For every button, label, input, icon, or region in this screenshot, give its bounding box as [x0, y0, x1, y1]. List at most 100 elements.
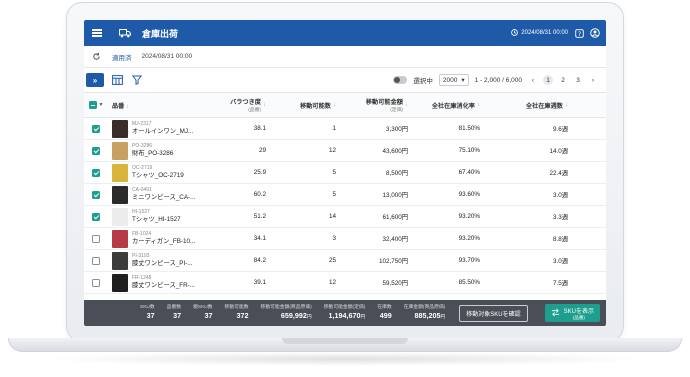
header-weeks[interactable]: 全社在庫週数 ↓	[488, 101, 576, 110]
product-cell: OC-2719 Tシャツ_OC-2719	[108, 163, 202, 182]
page-2-button[interactable]: 2	[558, 75, 568, 85]
summary-stat-unit: 円	[306, 315, 312, 320]
page-1-button[interactable]: 1	[543, 75, 553, 85]
row-checkbox-cell	[84, 278, 108, 287]
summary-stat-unit: 円	[440, 315, 446, 320]
product-cell: MJ-2317 オールインワン_MJ...	[108, 119, 202, 138]
table-toolbar: » 選択中 2000 ▾ 1 - 2,000 / 6,000 ‹ 1 2 3 ›	[84, 68, 606, 92]
filter-icon[interactable]	[130, 73, 144, 87]
next-page-button[interactable]: ›	[588, 75, 598, 85]
table-row[interactable]: MJ-2317 オールインワン_MJ... 38.1 1 3,300円 81.50% 9.6…	[84, 118, 606, 140]
digestion-cell: 85.50%	[458, 279, 480, 286]
expand-panel-button[interactable]: »	[86, 73, 104, 87]
clock-icon	[511, 28, 519, 38]
movable-cell: 1	[332, 125, 336, 132]
header-name[interactable]: 品番 ↓	[108, 101, 202, 110]
row-checkbox[interactable]	[92, 168, 100, 177]
product-thumbnail	[112, 207, 128, 226]
product-name[interactable]: ミニワンピース_CA-...	[132, 194, 195, 202]
pagination: ‹ 1 2 3 ›	[528, 75, 598, 85]
truck-icon	[114, 20, 136, 46]
product-name[interactable]: 膝丈ワンピース_PI-...	[132, 260, 193, 268]
chevron-down-icon: ▾	[461, 77, 465, 84]
sort-icon: ↓	[477, 102, 480, 108]
movable-cell: 12	[328, 279, 336, 286]
summary-stat-value: 659,992	[280, 311, 307, 320]
movable-amount-cell: 102,750円	[378, 258, 408, 265]
table-row[interactable]: OC-2719 Tシャツ_OC-2719 25.9 5 8,500円 67.40% 22.4…	[84, 162, 606, 184]
page-3-button[interactable]: 3	[573, 75, 583, 85]
chevron-down-icon[interactable]: ▼	[99, 102, 104, 108]
weeks-cell: 8.8週	[552, 236, 568, 243]
header-digestion[interactable]: 全社在庫消化率 ↓	[416, 101, 488, 110]
table-row[interactable]: PO-3286 財布_PO-3286 29 12 43,600円 75.10% 14.0週	[84, 140, 606, 162]
product-cell: FR-1248 膝丈ワンピース_FR-...	[108, 273, 202, 292]
show-sku-label: SKUを表示	[563, 308, 594, 315]
summary-stat-value: 372	[236, 311, 249, 320]
row-checkbox[interactable]	[92, 124, 100, 133]
row-checkbox[interactable]	[92, 146, 100, 155]
digestion-cell: 93.60%	[458, 191, 480, 198]
header-variance[interactable]: バラつき度 (品番) ↓	[202, 97, 274, 113]
digestion-cell: 93.20%	[458, 213, 480, 220]
swap-icon	[551, 308, 560, 319]
sort-icon: ↓	[333, 102, 336, 108]
movable-cell: 12	[328, 147, 336, 154]
row-checkbox[interactable]	[92, 256, 100, 265]
row-checkbox[interactable]	[92, 190, 100, 199]
row-checkbox[interactable]	[92, 278, 100, 287]
weeks-cell: 3.0週	[552, 192, 568, 199]
user-account-icon[interactable]	[590, 28, 600, 38]
sort-icon: ↓	[126, 103, 130, 110]
summary-stat-value: 885,205	[414, 311, 441, 320]
product-name[interactable]: Tシャツ_HI-1527	[132, 216, 181, 224]
row-checkbox-cell	[84, 256, 108, 265]
sku-table: ▼ 品番 ↓ バラつき度 (品番) ↓ 移動可能数 ↓ 移動可能金額 (定価) ↓ 全…	[84, 92, 606, 294]
digestion-cell: 67.40%	[458, 169, 480, 176]
product-cell: CA-0491 ミニワンピース_CA-...	[108, 185, 202, 204]
app-header: 倉庫出荷 2024/08/31 00:00 ?	[84, 20, 606, 46]
column-settings-icon[interactable]	[110, 73, 124, 87]
prev-page-button[interactable]: ‹	[528, 75, 538, 85]
row-checkbox-cell	[84, 146, 108, 155]
sort-icon: ↓	[405, 102, 408, 108]
help-icon[interactable]: ?	[574, 28, 584, 38]
summary-stat: SKU数 37	[134, 305, 161, 322]
pagination-range: 1 - 2,000 / 6,000	[474, 76, 522, 84]
movable-cell: 14	[328, 213, 336, 220]
product-name[interactable]: 財布_PO-3286	[132, 150, 173, 158]
selected-only-toggle[interactable]	[393, 76, 408, 84]
row-checkbox[interactable]	[92, 212, 100, 221]
movable-cell: 5	[332, 191, 336, 198]
row-checkbox-cell	[84, 168, 108, 177]
refresh-icon[interactable]	[84, 52, 108, 61]
table-row[interactable]: PI-3193 膝丈ワンピース_PI-... 84.2 25 102,750円 93.70…	[84, 250, 606, 272]
table-row[interactable]: HI-1527 Tシャツ_HI-1527 51.2 14 61,600円 93.20% 3.…	[84, 206, 606, 228]
applied-datetime: 2024/08/31 00:00	[141, 53, 193, 60]
summary-stat: 在庫金額(商品原価) 885,205円	[398, 305, 452, 322]
page-size-select[interactable]: 2000 ▾	[438, 74, 469, 86]
product-name[interactable]: カーディガン_FB-10...	[132, 238, 195, 246]
product-name[interactable]: 膝丈ワンピース_FR-...	[132, 282, 195, 290]
show-sku-button[interactable]: SKUを表示 (品番)	[544, 304, 600, 322]
summary-stat: 品番数 37	[161, 305, 187, 322]
digestion-cell: 93.70%	[458, 257, 480, 264]
row-checkbox[interactable]	[92, 234, 100, 243]
product-name[interactable]: Tシャツ_OC-2719	[132, 172, 184, 180]
table-row[interactable]: FB-1024 カーディガン_FB-10... 34.1 3 32,400円 93.20%…	[84, 228, 606, 250]
hamburger-menu-icon[interactable]	[84, 20, 110, 46]
variance-cell: 39.1	[253, 279, 266, 286]
laptop-shadow	[40, 352, 650, 366]
confirm-move-sku-button[interactable]: 移動対象SKUを確認	[459, 304, 528, 322]
table-row[interactable]: FR-1248 膝丈ワンピース_FR-... 39.1 12 59,520円 85.50%…	[84, 272, 606, 294]
select-all-checkbox[interactable]	[88, 101, 97, 109]
movable-amount-cell: 43,600円	[382, 148, 408, 155]
summary-stat-value: 37	[173, 311, 182, 320]
header-movable-amount[interactable]: 移動可能金額 (定価) ↓	[344, 97, 416, 113]
row-checkbox-cell	[84, 124, 108, 133]
variance-cell: 25.9	[253, 169, 266, 176]
table-row[interactable]: CA-0491 ミニワンピース_CA-... 60.2 5 13,000円 93.60% 3…	[84, 184, 606, 206]
product-name[interactable]: オールインワン_MJ...	[132, 128, 193, 136]
movable-amount-cell: 3,300円	[385, 126, 408, 133]
header-movable[interactable]: 移動可能数 ↓	[274, 101, 344, 110]
